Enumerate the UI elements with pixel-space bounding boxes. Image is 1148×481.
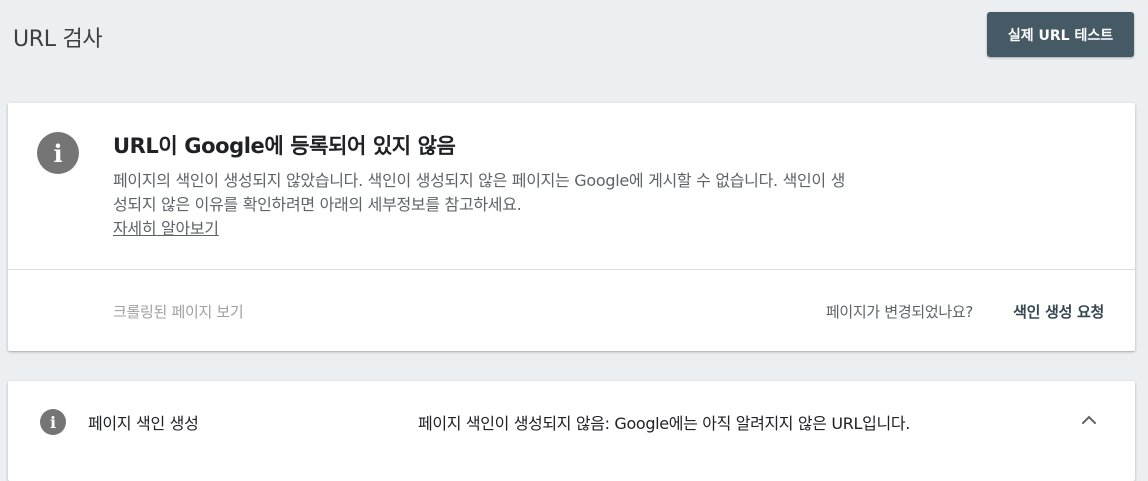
live-url-test-button[interactable]: 실제 URL 테스트 (987, 12, 1134, 57)
view-crawled-page-button[interactable]: 크롤링된 페이지 보기 (113, 301, 244, 322)
learn-more-link[interactable]: 자세히 알아보기 (113, 217, 219, 241)
page-indexing-status: 페이지 색인이 생성되지 않음: Google에는 아직 알려지지 않은 URL… (418, 414, 910, 433)
status-description: 페이지의 색인이 생성되지 않았습니다. 색인이 생성되지 않은 페이지는 Go… (113, 171, 846, 214)
page-title: URL 검사 (13, 27, 103, 52)
request-indexing-button[interactable]: 색인 생성 요청 (1013, 301, 1104, 322)
page-indexing-label: 페이지 색인 생성 (88, 414, 199, 433)
divider (8, 269, 1135, 270)
status-title: URL이 Google에 등록되어 있지 않음 (113, 134, 456, 158)
chevron-up-icon[interactable] (1080, 411, 1098, 429)
index-status-card: i URL이 Google에 등록되어 있지 않음 페이지의 색인이 생성되지 … (8, 103, 1135, 351)
info-icon: i (40, 409, 66, 435)
page-indexing-card[interactable]: i 페이지 색인 생성 페이지 색인이 생성되지 않음: Google에는 아직… (8, 381, 1135, 481)
page-changed-question: 페이지가 변경되었나요? (825, 303, 973, 321)
info-icon: i (37, 132, 79, 174)
